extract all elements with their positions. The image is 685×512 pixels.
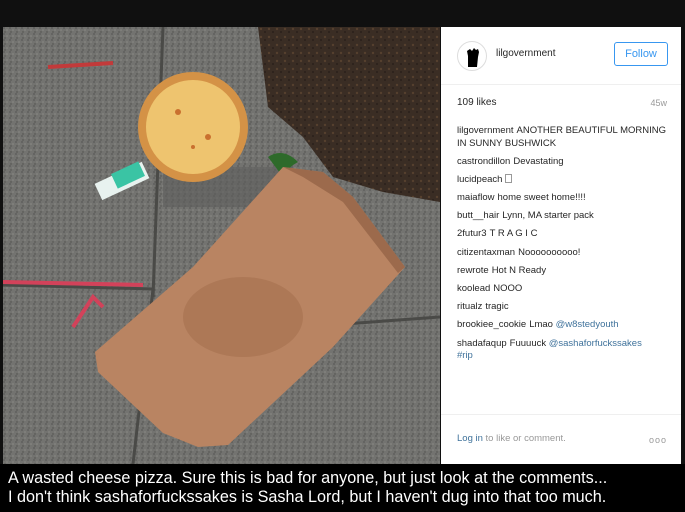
comment-item: shadafaqup Fuuuuck @sashaforfuckssakes #ri… [457,338,667,363]
comment-user[interactable]: lucidpeach [457,174,502,185]
comment-item: maiaflow home sweet home!!!! [457,192,667,205]
comment-text: Lynn, MA starter pack [502,210,594,222]
more-options-icon[interactable]: ooo [649,435,667,445]
comment-user[interactable]: shadafaqup [457,338,507,349]
comment-user[interactable]: maiaflow [457,192,495,203]
post-username[interactable]: lilgovernment [496,48,555,59]
comment-user[interactable]: koolead [457,283,490,294]
comment-item: ritualz tragic [457,301,667,314]
comment-item: koolead NOOO [457,283,667,296]
comment-item: citizentaxman Noooooooooo! [457,247,667,260]
comment-list: lilgovernment ANOTHER BEAUTIFUL MORNING I… [457,125,667,368]
comment-mention[interactable]: @w8stedyouth [556,319,619,330]
post-photo[interactable] [3,27,440,464]
comment-user[interactable]: castrondillon [457,156,510,167]
caption-line-1: A wasted cheese pizza. Sure this is bad … [8,469,608,487]
login-prompt-text: to like or comment. [482,433,566,444]
post-footer: Log in to like or comment. ooo [441,414,681,464]
fist-icon [467,48,479,67]
comment-text: Lmao [529,319,556,331]
comment-user[interactable]: rewrote [457,265,489,276]
post-side-panel: lilgovernment Follow 109 likes 45w lilgo… [441,27,681,464]
comment-text: Hot N Ready [491,264,547,276]
comment-user[interactable]: brookiee_cookie [457,319,526,330]
post-age[interactable]: 45w [650,98,667,108]
comment-item: lucidpeach [457,173,667,187]
login-link[interactable]: Log in [457,433,483,444]
comment-hashtag[interactable]: #rip [457,350,473,361]
comment-item: brookiee_cookie Lmao @w8stedyouth [457,319,667,332]
emoji-icon [505,173,513,183]
comment-user[interactable]: lilgovernment [457,125,514,136]
comment-text: home sweet home!!!! [497,192,586,204]
comment-text: Noooooooooo! [518,246,581,258]
caption-line-2: I don't think sashaforfuckssakes is Sash… [8,488,607,506]
pizza-on-sidewalk-image [3,27,440,464]
avatar[interactable] [457,41,487,71]
comment-user[interactable]: butt__hair [457,210,499,221]
comment-text: NOOO [493,283,523,294]
comment-item: castrondillon Devastating [457,156,667,169]
comment-text: Fuuuuck [509,337,549,349]
comment-text: T R A G I C [489,228,538,240]
comment-user[interactable]: 2futur3 [457,228,487,239]
comment-item: rewrote Hot N Ready [457,265,667,278]
comment-user[interactable]: citizentaxman [457,247,515,258]
login-prompt: Log in to like or comment. [457,433,566,444]
comment-item: 2futur3 T R A G I C [457,228,667,241]
comment-item: butt__hair Lynn, MA starter pack [457,210,667,223]
likes-count[interactable]: 109 likes [457,97,496,108]
image-caption: A wasted cheese pizza. Sure this is bad … [0,464,685,512]
comment-text: Devastating [513,155,564,167]
comment-user[interactable]: ritualz [457,301,482,312]
screenshot-frame: lilgovernment Follow 109 likes 45w lilgo… [0,0,685,512]
comment-mention[interactable]: @sashaforfuckssakes [549,338,642,349]
post-header: lilgovernment Follow [441,27,681,85]
comment-text: tragic [485,301,509,313]
caption-comment: lilgovernment ANOTHER BEAUTIFUL MORNING I… [457,125,667,150]
follow-button[interactable]: Follow [614,42,668,66]
